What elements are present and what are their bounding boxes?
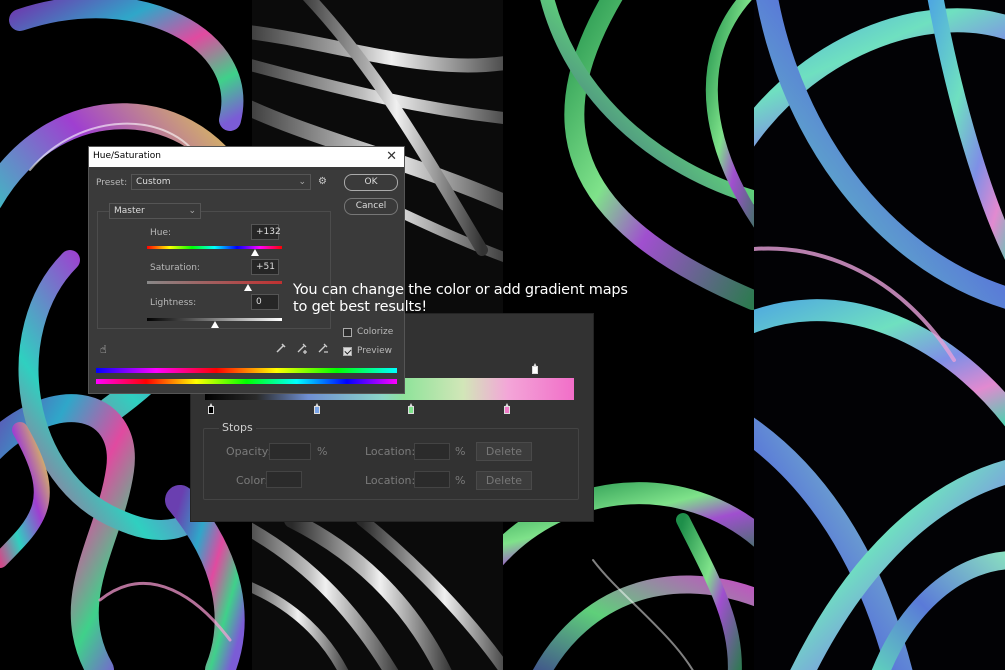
lightness-label: Lightness: (150, 298, 197, 308)
lightness-value-field[interactable]: 0 (251, 294, 279, 310)
delete-opacity-stop-button[interactable]: Delete (476, 442, 532, 461)
original-color-bar (96, 379, 397, 384)
color-label: Color: (236, 474, 269, 487)
artwork-panel-cyan (754, 0, 1005, 670)
channel-value: Master (114, 206, 145, 216)
stop-color-swatch[interactable] (266, 471, 302, 488)
hue-slider-thumb[interactable] (251, 249, 259, 256)
caption-line: You can change the color or add gradient… (293, 282, 628, 298)
gear-icon[interactable]: ⚙ (318, 176, 327, 187)
color-stop-icon[interactable] (208, 403, 214, 414)
saturation-slider-track[interactable] (147, 281, 282, 284)
lightness-slider-thumb[interactable] (210, 321, 219, 328)
preset-value: Custom (136, 177, 171, 187)
chevron-down-icon: ⌄ (188, 206, 196, 216)
dialog-title: Hue/Saturation (93, 151, 161, 161)
hue-slider-track[interactable] (147, 246, 282, 249)
hue-value-field[interactable]: +132 (251, 224, 281, 240)
stops-title: Stops (219, 421, 256, 434)
preset-select[interactable]: Custom ⌄ (131, 174, 311, 190)
opacity-stop-icon[interactable] (532, 363, 538, 374)
caption-text: You can change the color or add gradient… (293, 282, 628, 316)
channel-select[interactable]: Master ⌄ (109, 203, 201, 219)
saturation-value-field[interactable]: +51 (251, 259, 279, 275)
hue-saturation-dialog: Hue/Saturation ✕ Preset: Custom ⌄ ⚙ OK C… (88, 146, 405, 394)
preset-label: Preset: (96, 178, 128, 188)
preview-label: Preview (357, 346, 393, 356)
colorize-label: Colorize (357, 327, 394, 337)
percent-label: % (455, 445, 466, 458)
opacity-field[interactable] (269, 443, 311, 460)
caption-line: to get best results! (293, 299, 427, 315)
delete-color-stop-button[interactable]: Delete (476, 471, 532, 490)
preview-checkbox[interactable] (343, 347, 352, 356)
location-label: Location: (365, 445, 416, 458)
hand-adjust-icon[interactable]: ☝ (100, 343, 107, 356)
color-stop-icon[interactable] (408, 403, 414, 414)
colorize-checkbox[interactable] (343, 328, 352, 337)
eyedropper-icon[interactable] (275, 342, 287, 354)
hue-label: Hue: (150, 228, 172, 238)
saturation-label: Saturation: (150, 263, 200, 273)
opacity-location-field[interactable] (414, 443, 450, 460)
chevron-down-icon: ⌄ (298, 177, 306, 187)
adjusted-color-bar (96, 368, 397, 373)
saturation-slider-thumb[interactable] (244, 284, 253, 291)
percent-label: % (455, 474, 466, 487)
location-label: Location: (365, 474, 416, 487)
dialog-titlebar[interactable]: Hue/Saturation ✕ (89, 147, 404, 167)
color-stop-icon[interactable] (314, 403, 320, 414)
percent-label: % (317, 445, 328, 458)
opacity-label: Opacity: (226, 445, 272, 458)
eyedropper-plus-icon[interactable] (296, 342, 308, 354)
eyedropper-minus-icon[interactable] (317, 342, 329, 354)
color-stop-icon[interactable] (504, 403, 510, 414)
close-icon[interactable]: ✕ (386, 149, 397, 164)
ok-button[interactable]: OK (344, 174, 398, 191)
cancel-button[interactable]: Cancel (344, 198, 398, 215)
color-location-field[interactable] (414, 471, 450, 488)
